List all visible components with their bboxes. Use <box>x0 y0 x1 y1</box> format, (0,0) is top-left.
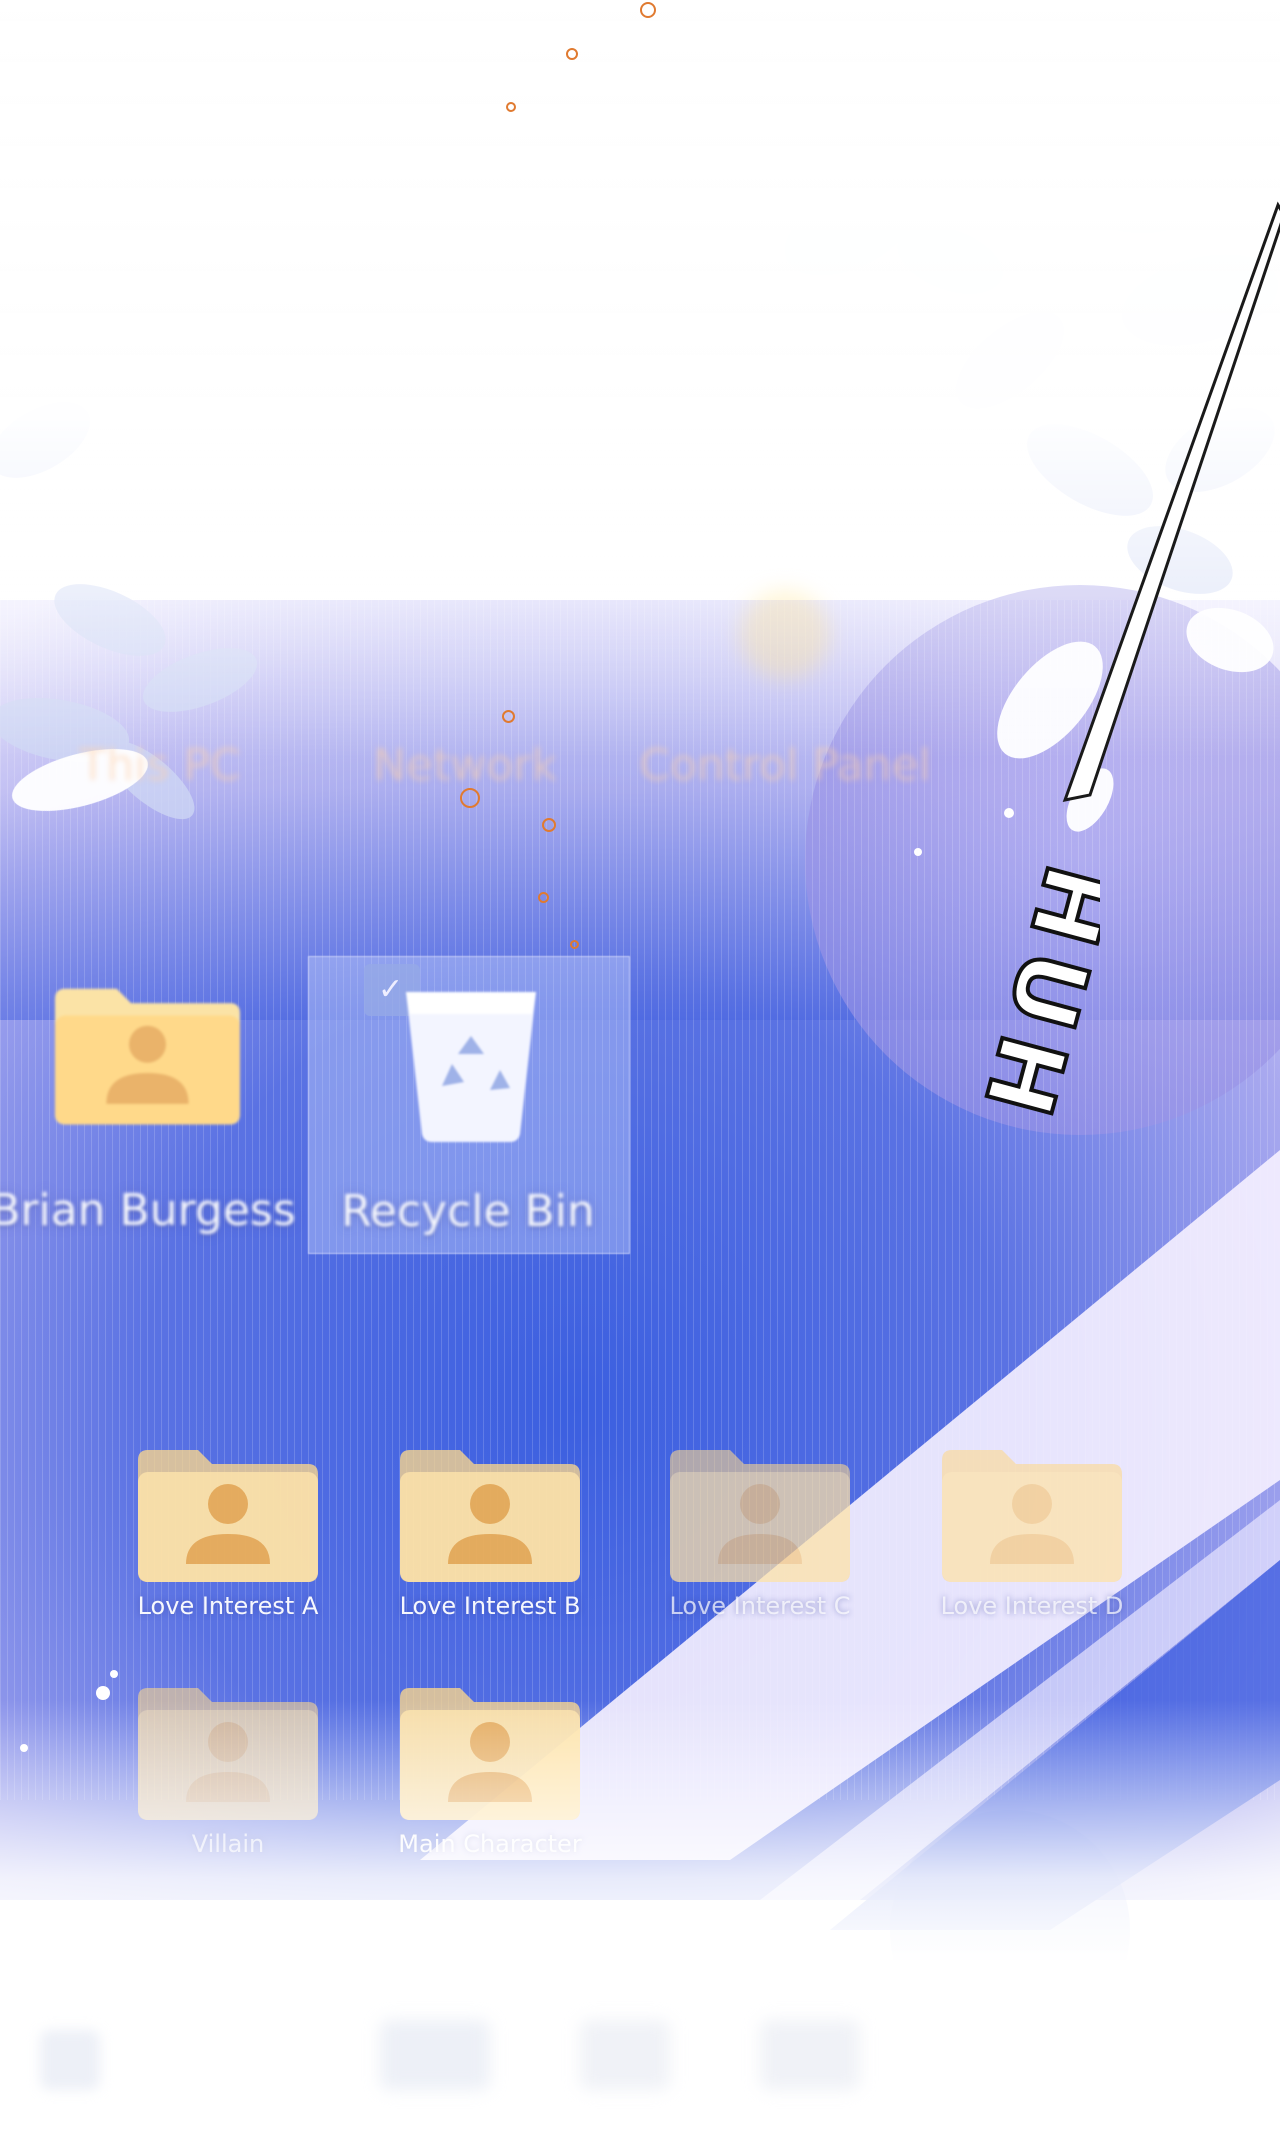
svg-text:HUH: HUH <box>960 854 1100 1137</box>
sfx-lettering: HUH <box>958 852 1134 1139</box>
sfx-text: HUH <box>900 850 1134 1210</box>
desktop-screen: This PC Network Control Panel Brian Burg… <box>0 0 1280 2145</box>
